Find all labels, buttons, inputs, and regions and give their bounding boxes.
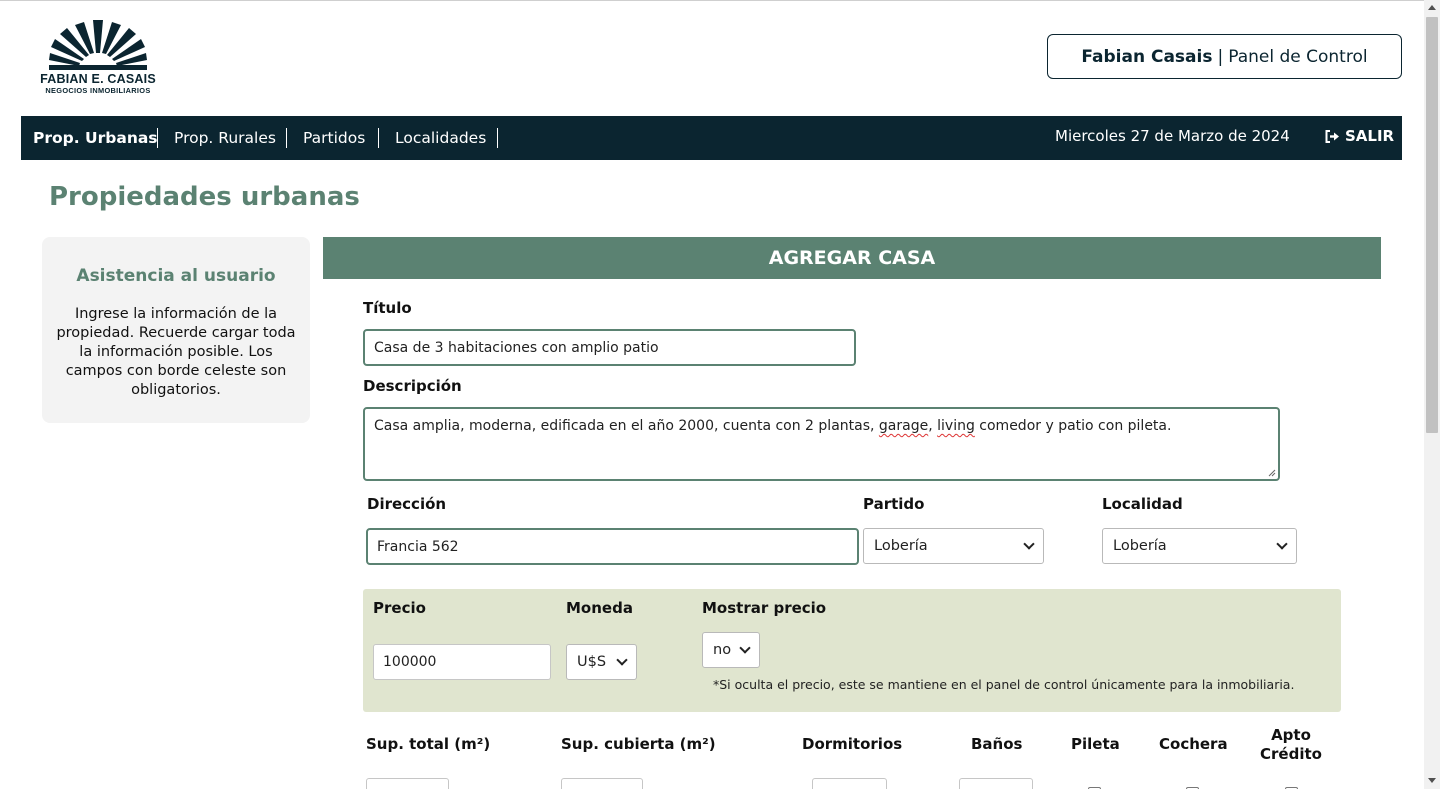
precio-input[interactable]: 100000 (373, 644, 551, 680)
direccion-label: Dirección (367, 495, 447, 513)
brand-subtitle: NEGOCIOS INMOBILIARIOS (45, 86, 151, 95)
help-text: Ingrese la información de la propiedad. … (56, 306, 296, 398)
nav-divider (378, 128, 379, 148)
control-panel-header: Fabian Casais | Panel de Control (1047, 34, 1402, 79)
partido-select[interactable]: Lobería (863, 528, 1044, 564)
nav-divider (286, 128, 287, 148)
price-note: *Si oculta el precio, este se mantiene e… (713, 677, 1295, 692)
mostrar-precio-select[interactable]: no (702, 632, 760, 668)
direccion-value: Francia 562 (377, 538, 459, 555)
sup-cubierta-label: Sup. cubierta (m²) (561, 735, 716, 753)
form-header: AGREGAR CASA (323, 237, 1381, 279)
logo[interactable]: FABIAN E. CASAIS NEGOCIOS INMOBILIARIOS (36, 20, 160, 100)
apto-label-line1: Apto (1271, 726, 1311, 744)
sup-total-label: Sup. total (m²) (366, 735, 491, 753)
localidad-label: Localidad (1102, 495, 1183, 513)
current-date: Miercoles 27 de Marzo de 2024 (1055, 127, 1290, 145)
panel-label: Panel de Control (1228, 46, 1368, 67)
nav-divider (157, 128, 158, 148)
chevron-down-icon (1023, 537, 1035, 550)
owner-name: Fabian Casais (1081, 46, 1213, 67)
sunrise-logo-icon (49, 20, 147, 70)
banos-label: Baños (971, 735, 1023, 753)
sign-out-icon (1325, 129, 1339, 143)
brand-name: FABIAN E. CASAIS (40, 72, 156, 86)
apto-label-line2: Crédito (1260, 745, 1322, 763)
chevron-down-icon (616, 653, 628, 666)
dormitorios-input[interactable] (812, 778, 887, 789)
descripcion-label: Descripción (363, 377, 462, 395)
partido-value: Lobería (874, 538, 928, 554)
banos-input[interactable] (959, 778, 1033, 789)
direccion-input[interactable]: Francia 562 (366, 528, 859, 565)
help-title: Asistencia al usuario (76, 266, 276, 286)
moneda-select[interactable]: U$S (566, 644, 637, 680)
moneda-value: U$S (577, 654, 607, 670)
descripcion-value: Casa amplia, moderna, edificada en el añ… (374, 418, 1172, 434)
mostrar-precio-value: no (713, 642, 732, 658)
apto-credito-label: Apto Crédito (1258, 726, 1324, 764)
precio-value: 100000 (383, 654, 437, 670)
scrollbar-thumb[interactable] (1426, 17, 1438, 433)
nav-divider (497, 128, 498, 148)
cochera-label: Cochera (1159, 735, 1228, 753)
titulo-label: Título (363, 299, 412, 317)
localidad-value: Lobería (1113, 538, 1167, 554)
main-navbar: Prop. Urbanas Prop. Rurales Partidos Loc… (21, 116, 1402, 160)
nav-item-prop-urbanas[interactable]: Prop. Urbanas (33, 128, 158, 148)
mostrar-precio-label: Mostrar precio (702, 599, 827, 617)
pileta-label: Pileta (1071, 735, 1120, 753)
descripcion-textarea[interactable]: Casa amplia, moderna, edificada en el añ… (363, 407, 1280, 481)
localidad-select[interactable]: Lobería (1102, 528, 1297, 564)
moneda-label: Moneda (566, 599, 633, 617)
top-border (0, 0, 1424, 1)
vertical-scrollbar[interactable] (1424, 0, 1440, 789)
resize-handle-icon[interactable] (1268, 469, 1276, 477)
user-help-panel: Asistencia al usuario Ingrese la informa… (42, 237, 310, 423)
chevron-down-icon (739, 641, 751, 654)
dormitorios-label: Dormitorios (802, 735, 903, 753)
page-title: Propiedades urbanas (49, 182, 360, 212)
logout-label: SALIR (1345, 127, 1395, 145)
header-separator: | (1217, 46, 1224, 67)
nav-item-localidades[interactable]: Localidades (395, 128, 486, 148)
chevron-down-icon (1276, 537, 1288, 550)
scroll-up-icon[interactable] (1428, 5, 1436, 10)
partido-label: Partido (863, 495, 925, 513)
titulo-value: Casa de 3 habitaciones con amplio patio (374, 339, 659, 356)
precio-label: Precio (373, 599, 426, 617)
sup-total-input[interactable] (366, 778, 449, 789)
sup-cubierta-input[interactable] (561, 778, 643, 789)
titulo-input[interactable]: Casa de 3 habitaciones con amplio patio (363, 329, 856, 366)
nav-item-partidos[interactable]: Partidos (303, 128, 365, 148)
scroll-down-icon[interactable] (1428, 778, 1436, 783)
nav-item-prop-rurales[interactable]: Prop. Rurales (174, 128, 276, 148)
logout-button[interactable]: SALIR (1325, 126, 1394, 146)
